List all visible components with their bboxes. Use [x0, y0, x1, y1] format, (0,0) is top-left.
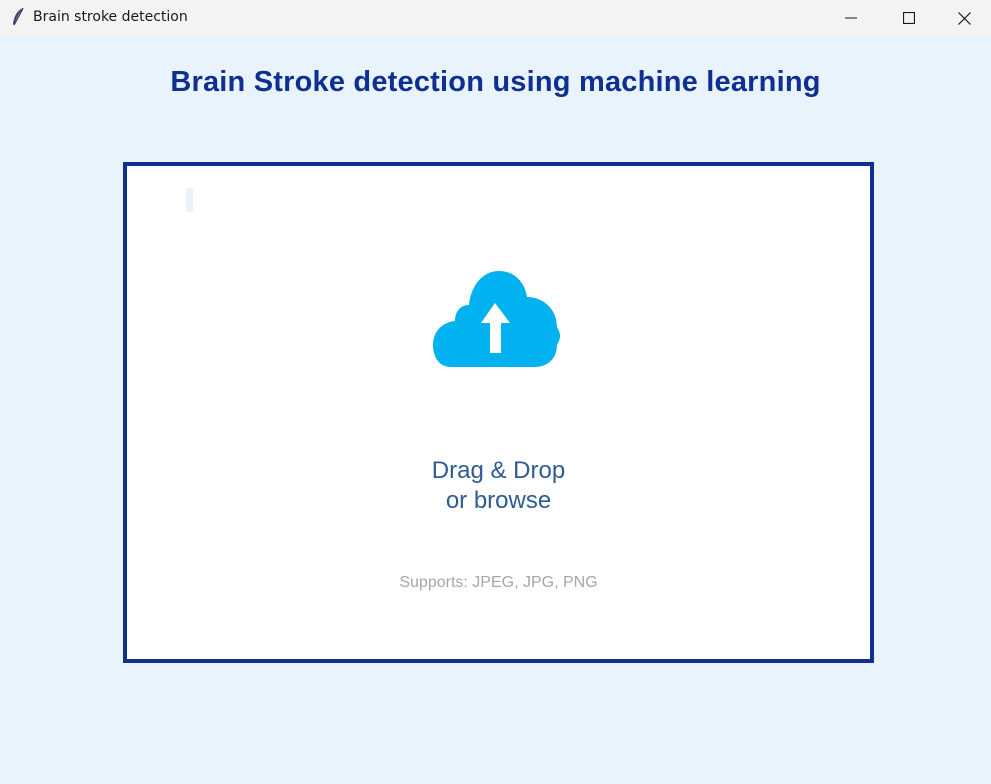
- drag-drop-line: Drag & Drop: [431, 457, 566, 484]
- window-title: Brain stroke detection: [33, 9, 188, 25]
- drag-drop-text[interactable]: Drag & Drop or browse: [127, 456, 870, 516]
- close-icon: [958, 11, 971, 25]
- supported-formats-text: Supports: JPEG, JPG, PNG: [399, 574, 598, 591]
- title-bar[interactable]: Brain stroke detection: [0, 0, 991, 36]
- page-title: Brain Stroke detection using machine lea…: [170, 66, 821, 98]
- maximize-button[interactable]: [880, 0, 938, 36]
- minimize-button[interactable]: [822, 0, 880, 36]
- minimize-icon: [845, 17, 857, 19]
- browse-link[interactable]: or browse: [127, 486, 870, 516]
- maximize-icon: [903, 12, 915, 24]
- cloud-upload-icon[interactable]: [433, 267, 561, 371]
- image-drop-zone[interactable]: Drag & Drop or browse Supports: JPEG, JP…: [123, 162, 874, 663]
- app-window: Brain stroke detection Brain Stroke dete…: [0, 0, 991, 784]
- feather-icon: [13, 7, 24, 26]
- close-button[interactable]: [938, 0, 991, 36]
- text-cursor-mark: [186, 188, 193, 212]
